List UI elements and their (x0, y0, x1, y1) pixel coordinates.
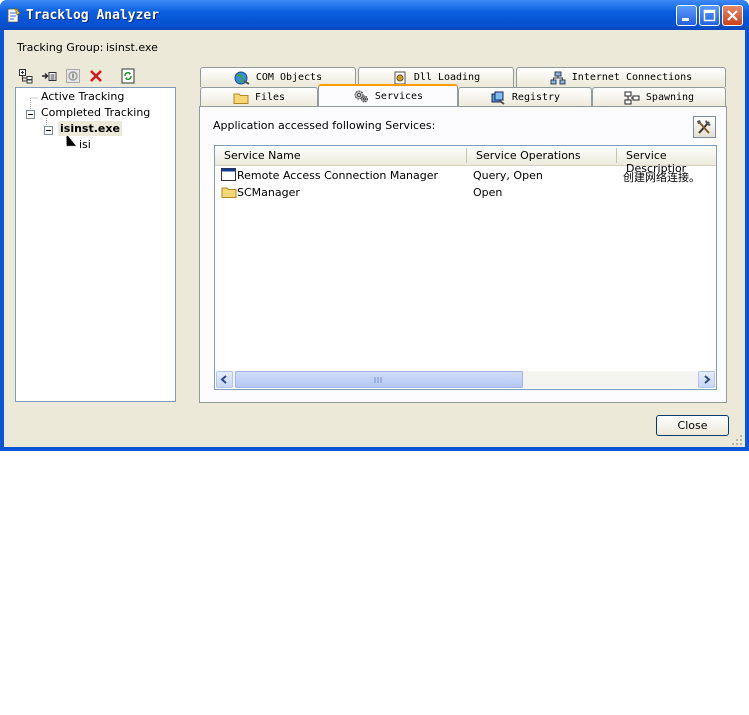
scroll-right-button[interactable] (698, 371, 715, 388)
tree-view-icon[interactable] (18, 68, 34, 84)
horizontal-scrollbar[interactable] (216, 371, 715, 388)
tree-node-active-tracking[interactable]: Active Tracking (41, 90, 124, 103)
minimize-icon (682, 18, 689, 21)
list-header: Service Name Service Operations Service … (215, 146, 716, 175)
tracking-group-value: isinst.exe (106, 41, 158, 54)
tab-registry[interactable]: Registry (458, 87, 592, 107)
folder-icon (221, 187, 237, 198)
tree-node-isinst-exe[interactable]: isinst.exe (58, 121, 122, 136)
spawning-icon (624, 91, 640, 104)
stop-icon[interactable] (65, 68, 81, 84)
folder-icon (233, 93, 249, 104)
tab-files[interactable]: Files (200, 87, 318, 107)
tools-button[interactable] (693, 116, 716, 138)
tree-node-isi[interactable]: isi (79, 138, 91, 151)
gears-icon (354, 90, 368, 103)
tree-node-completed-tracking[interactable]: Completed Tracking (41, 106, 150, 119)
collapse-icon[interactable] (26, 110, 35, 119)
grip-icon (374, 377, 382, 383)
tab-label: COM Objects (255, 72, 323, 83)
delete-icon[interactable] (88, 68, 104, 84)
service-name-cell: Remote Access Connection Manager (237, 169, 439, 182)
tab-internet-connections[interactable]: Internet Connections (516, 67, 726, 87)
app-icon (7, 7, 21, 23)
column-divider[interactable] (616, 148, 617, 163)
services-description: Application accessed following Services: (213, 119, 436, 132)
refresh-icon[interactable] (120, 68, 136, 84)
tab-spawning[interactable]: Spawning (592, 87, 726, 107)
tracking-tree[interactable]: Active Tracking Completed Tracking isins… (15, 87, 176, 402)
service-description-cell: 创建网络连接。 (623, 171, 700, 184)
close-button-label: Close (677, 419, 708, 432)
tab-label: Registry (511, 92, 561, 103)
app-window: Tracklog Analyzer Tracking Group: isinst… (0, 0, 749, 451)
close-window-button[interactable] (722, 5, 743, 26)
table-row[interactable]: SCManager Open (215, 184, 716, 201)
resize-grip-icon[interactable] (731, 434, 743, 446)
collapse-icon[interactable] (44, 126, 53, 135)
window-title: Tracklog Analyzer (26, 8, 160, 23)
column-header-service-operations[interactable]: Service Operations (476, 149, 581, 162)
close-button[interactable]: Close (656, 415, 729, 436)
chevron-right-icon (704, 375, 711, 384)
service-name-cell: SCManager (237, 186, 300, 199)
column-divider[interactable] (466, 148, 467, 163)
table-row[interactable]: Remote Access Connection Manager Query, … (215, 167, 716, 184)
title-bar[interactable]: Tracklog Analyzer (0, 0, 749, 30)
scroll-left-button[interactable] (216, 371, 233, 388)
tab-label: Dll Loading (413, 72, 481, 83)
services-panel: Application accessed following Services:… (199, 106, 727, 403)
tab-label: Services (374, 90, 424, 102)
minimize-button[interactable] (676, 5, 697, 26)
services-list[interactable]: Service Name Service Operations Service … (214, 145, 717, 390)
service-operations-cell: Query, Open (473, 169, 543, 182)
tab-label: Files (254, 92, 286, 103)
window-icon (221, 168, 236, 181)
client-area: Tracking Group: isinst.exe Active Tracki… (4, 30, 745, 447)
scroll-thumb[interactable] (235, 371, 523, 388)
close-icon (727, 10, 738, 21)
service-operations-cell: Open (473, 186, 503, 199)
tab-services[interactable]: Services (318, 84, 458, 106)
tools-icon (697, 120, 711, 134)
chevron-left-icon (220, 375, 227, 384)
maximize-button[interactable] (699, 5, 720, 26)
maximize-icon (703, 9, 716, 22)
dll-icon (394, 71, 406, 84)
column-header-service-name[interactable]: Service Name (224, 149, 301, 162)
tab-label: Internet Connections (571, 72, 693, 83)
globe-icon (234, 71, 250, 85)
move-to-list-icon[interactable] (41, 68, 57, 84)
tab-label: Spawning (645, 92, 695, 103)
network-icon (550, 71, 566, 84)
tracking-group-label: Tracking Group: (17, 41, 104, 54)
registry-icon (491, 91, 505, 105)
